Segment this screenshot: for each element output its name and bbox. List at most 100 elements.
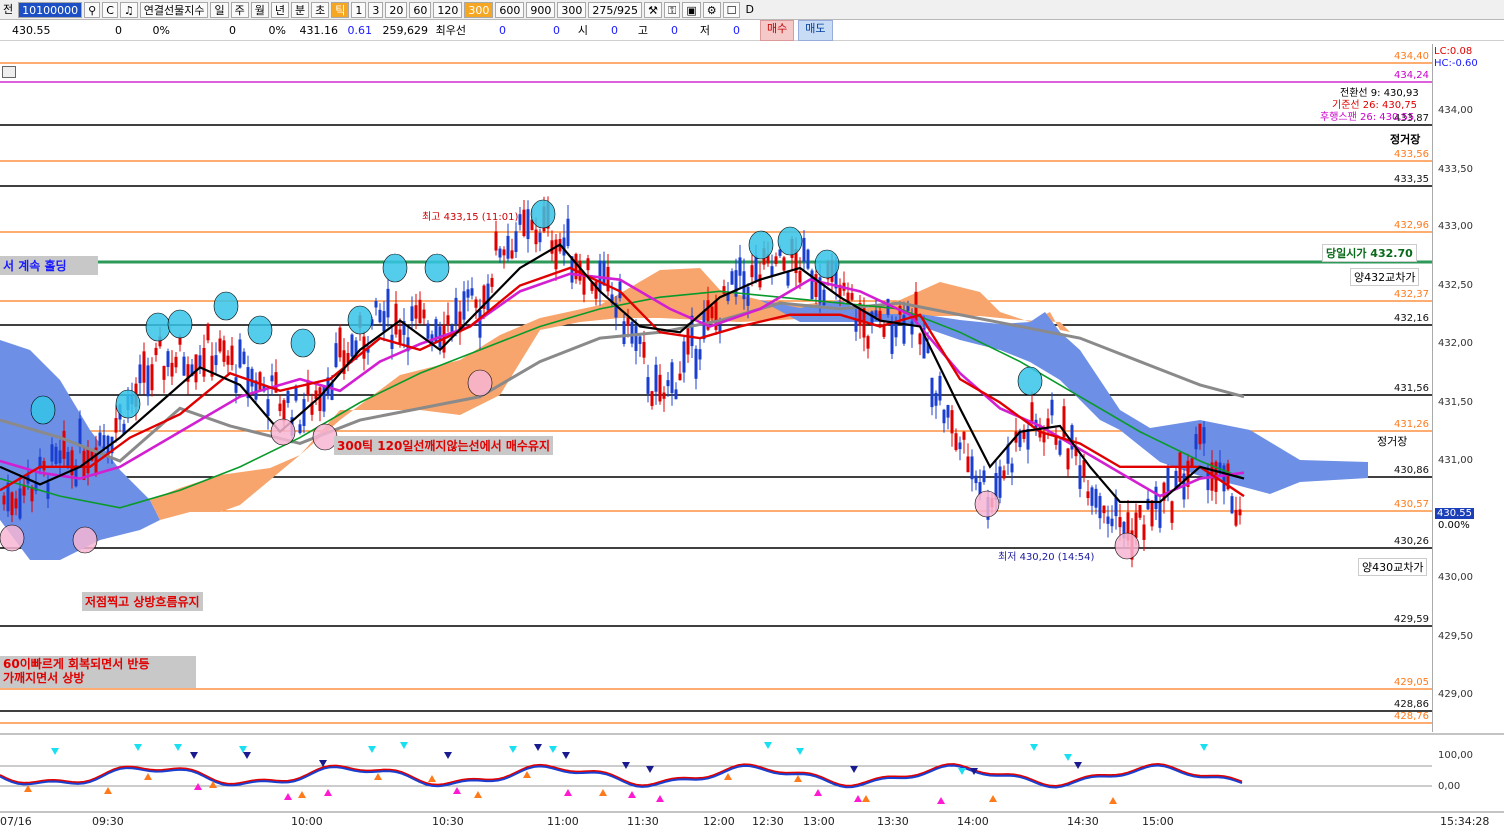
osc-arrow-navy: [243, 752, 251, 759]
time-label: 15:00: [1142, 815, 1174, 828]
candle-body: [1154, 486, 1158, 510]
legend-lagging: 후행스팬 26: 430,55: [1320, 112, 1415, 123]
candle-body: [1198, 423, 1202, 445]
candle-body: [946, 405, 950, 418]
candle-body: [642, 341, 646, 358]
candle-body: [950, 410, 954, 434]
price-chart[interactable]: [0, 0, 1504, 832]
candle-body: [534, 229, 538, 245]
candle-body: [634, 326, 638, 351]
candle-body: [1166, 466, 1170, 493]
candle-body: [398, 329, 402, 343]
level-label: 432,37: [1394, 289, 1429, 300]
candle-body: [1066, 448, 1070, 470]
osc-arrow-orange: [724, 773, 732, 780]
trough-marker: [974, 490, 1000, 518]
candle-body: [194, 354, 198, 383]
candle-body: [242, 351, 246, 364]
cross430-label: 양430교차가: [1358, 558, 1428, 576]
candle-body: [1150, 500, 1154, 527]
candle-body: [258, 372, 262, 391]
candle-body: [466, 289, 470, 298]
peak-marker: [247, 315, 273, 345]
osc-arrow-magenta: [564, 789, 572, 796]
candle-body: [710, 306, 714, 319]
lc-label: LC:0.08: [1434, 46, 1473, 57]
candle-body: [286, 390, 290, 404]
candle-body: [214, 355, 218, 366]
candle-body: [78, 418, 82, 447]
osc-arrow-cyan: [174, 744, 182, 751]
peak-marker: [347, 305, 373, 335]
candle-body: [966, 456, 970, 473]
candle-body: [114, 418, 118, 433]
y-tick: 433,00: [1438, 221, 1473, 232]
candle-body: [962, 431, 966, 440]
candle-body: [54, 446, 58, 464]
time-label: 14:30: [1067, 815, 1099, 828]
time-label: 11:00: [547, 815, 579, 828]
candle-body: [890, 322, 894, 354]
current-pct-tag: 0.00%: [1438, 520, 1470, 531]
y-tick: 429,50: [1438, 631, 1473, 642]
candle-body: [686, 326, 690, 355]
candle-body: [58, 450, 62, 464]
osc-arrow-magenta: [854, 795, 862, 802]
candle-body: [666, 380, 670, 387]
trough-marker: [270, 418, 296, 446]
candle-body: [930, 377, 934, 408]
y-tick: 432,00: [1438, 338, 1473, 349]
candle-body: [662, 392, 666, 399]
osc-arrow-magenta: [324, 789, 332, 796]
candle-body: [974, 475, 978, 484]
note-rebound-line1: 60이빠르게 회복되면서 반등: [3, 657, 150, 671]
osc-arrow-cyan: [796, 748, 804, 755]
candle-body: [874, 310, 878, 317]
candle-body: [1206, 472, 1210, 491]
candle-body: [1146, 498, 1150, 510]
candle-body: [470, 288, 474, 296]
candle-body: [2, 495, 6, 505]
candle-body: [1114, 497, 1118, 517]
level-label: 428,86: [1394, 699, 1429, 710]
osc-arrow-cyan: [958, 768, 966, 775]
hc-label: HC:-0.60: [1434, 58, 1478, 69]
osc-arrow-cyan: [1200, 744, 1208, 751]
candle-body: [1190, 458, 1194, 467]
candle-body: [46, 482, 50, 499]
osc-tick: 0,00: [1438, 781, 1461, 792]
osc-arrow-cyan: [549, 746, 557, 753]
candle-body: [822, 289, 826, 306]
candle-body: [1026, 429, 1030, 450]
candle-body: [678, 373, 682, 381]
candle-body: [298, 424, 302, 434]
candle-body: [746, 286, 750, 306]
candle-body: [42, 460, 46, 471]
candle-body: [202, 347, 206, 377]
candle-body: [1078, 465, 1082, 489]
level-label: 431,56: [1394, 383, 1429, 394]
candle-body: [954, 433, 958, 450]
osc-arrow-orange: [794, 775, 802, 782]
candle-body: [282, 400, 286, 422]
candle-body: [226, 355, 230, 365]
candle-body: [234, 377, 238, 393]
candle-body: [454, 297, 458, 325]
level-label: 430,86: [1394, 465, 1429, 476]
osc-arrow-navy: [646, 766, 654, 773]
candle-body: [506, 235, 510, 259]
y-tick: 431,00: [1438, 455, 1473, 466]
candle-body: [1106, 516, 1110, 524]
candle-body: [682, 341, 686, 373]
candle-body: [62, 430, 66, 459]
osc-arrow-cyan: [400, 742, 408, 749]
candle-body: [798, 270, 802, 283]
candle-body: [1090, 487, 1094, 506]
chart-menu-icon[interactable]: [2, 66, 16, 78]
candle-body: [446, 315, 450, 325]
time-label: 07/16: [0, 815, 32, 828]
candle-body: [230, 345, 234, 366]
osc-arrow-orange: [298, 791, 306, 798]
candle-body: [14, 498, 18, 509]
time-label: 14:00: [957, 815, 989, 828]
